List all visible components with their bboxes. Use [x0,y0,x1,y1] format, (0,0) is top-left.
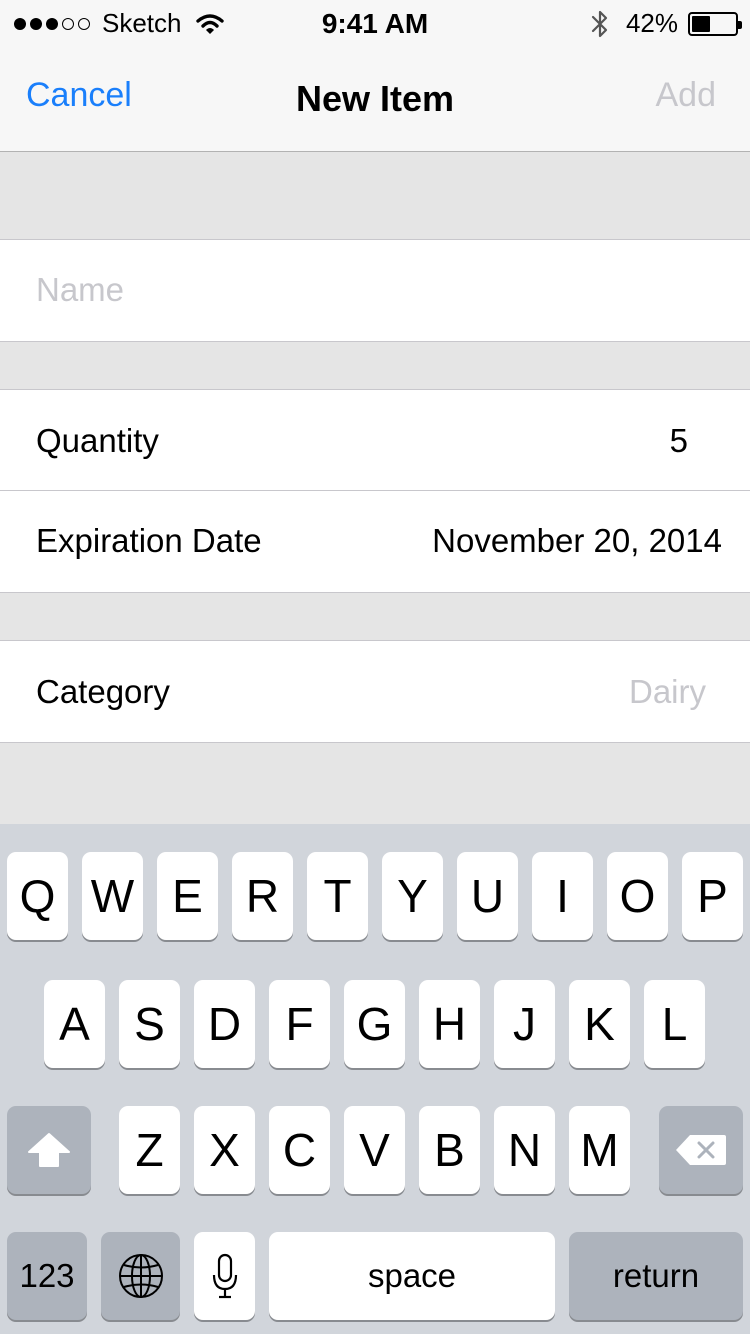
key-i[interactable]: I [532,852,593,940]
category-cell[interactable]: Category Dairy [0,640,750,743]
battery-icon [688,11,742,36]
navigation-bar: Cancel New Item Add [0,48,750,152]
return-key[interactable]: return [569,1232,743,1320]
microphone-icon [212,1253,237,1299]
key-w[interactable]: W [82,852,143,940]
expiration-date-label: Expiration Date [36,522,262,559]
battery-level [692,15,710,32]
key-l[interactable]: L [644,980,705,1068]
key-r[interactable]: R [232,852,293,940]
cancel-button[interactable]: Cancel [26,76,132,115]
battery-percentage: 42% [625,8,678,38]
key-g[interactable]: G [344,980,405,1068]
expiration-date-value[interactable]: November 20, 2014 [432,522,722,560]
numbers-key[interactable]: 123 [7,1232,87,1320]
key-c[interactable]: C [269,1106,330,1194]
key-z[interactable]: Z [119,1106,180,1194]
key-q[interactable]: Q [7,852,68,940]
key-f[interactable]: F [269,980,330,1068]
key-y[interactable]: Y [382,852,443,940]
delete-key[interactable] [659,1106,743,1194]
space-key[interactable]: space [269,1232,555,1320]
key-o[interactable]: O [607,852,668,940]
add-button[interactable]: Add [656,76,717,115]
key-v[interactable]: V [344,1106,405,1194]
category-value[interactable]: Dairy [629,673,706,711]
bluetooth-icon [591,10,608,37]
name-cell[interactable] [0,239,750,342]
key-a[interactable]: A [44,980,105,1068]
shift-key[interactable] [7,1106,91,1194]
globe-icon [118,1254,163,1298]
shift-arrow-icon [28,1133,70,1167]
key-n[interactable]: N [494,1106,555,1194]
name-field[interactable] [36,240,716,340]
key-m[interactable]: M [569,1106,630,1194]
status-right: 42% [590,8,742,39]
key-x[interactable]: X [194,1106,255,1194]
key-h[interactable]: H [419,980,480,1068]
status-bar: Sketch 9:41 AM 42% [0,0,750,48]
key-t[interactable]: T [307,852,368,940]
key-e[interactable]: E [157,852,218,940]
key-s[interactable]: S [119,980,180,1068]
key-b[interactable]: B [419,1106,480,1194]
key-d[interactable]: D [194,980,255,1068]
dictation-key[interactable] [194,1232,255,1320]
key-u[interactable]: U [457,852,518,940]
keyboard: Q W E R T Y U I O P A S D F G H J K L Z … [0,824,750,1334]
quantity-cell[interactable]: Quantity 5 [0,389,750,491]
expiration-date-cell[interactable]: Expiration Date November 20, 2014 [0,491,750,593]
category-label: Category [36,673,170,710]
new-item-screen: Sketch 9:41 AM 42% Cancel New Item Add N… [0,0,750,1334]
globe-key[interactable] [101,1232,180,1320]
backspace-icon [676,1135,726,1165]
key-p[interactable]: P [682,852,743,940]
key-j[interactable]: J [494,980,555,1068]
quantity-value[interactable]: 5 [670,422,688,460]
quantity-label: Quantity [36,422,159,459]
key-k[interactable]: K [569,980,630,1068]
